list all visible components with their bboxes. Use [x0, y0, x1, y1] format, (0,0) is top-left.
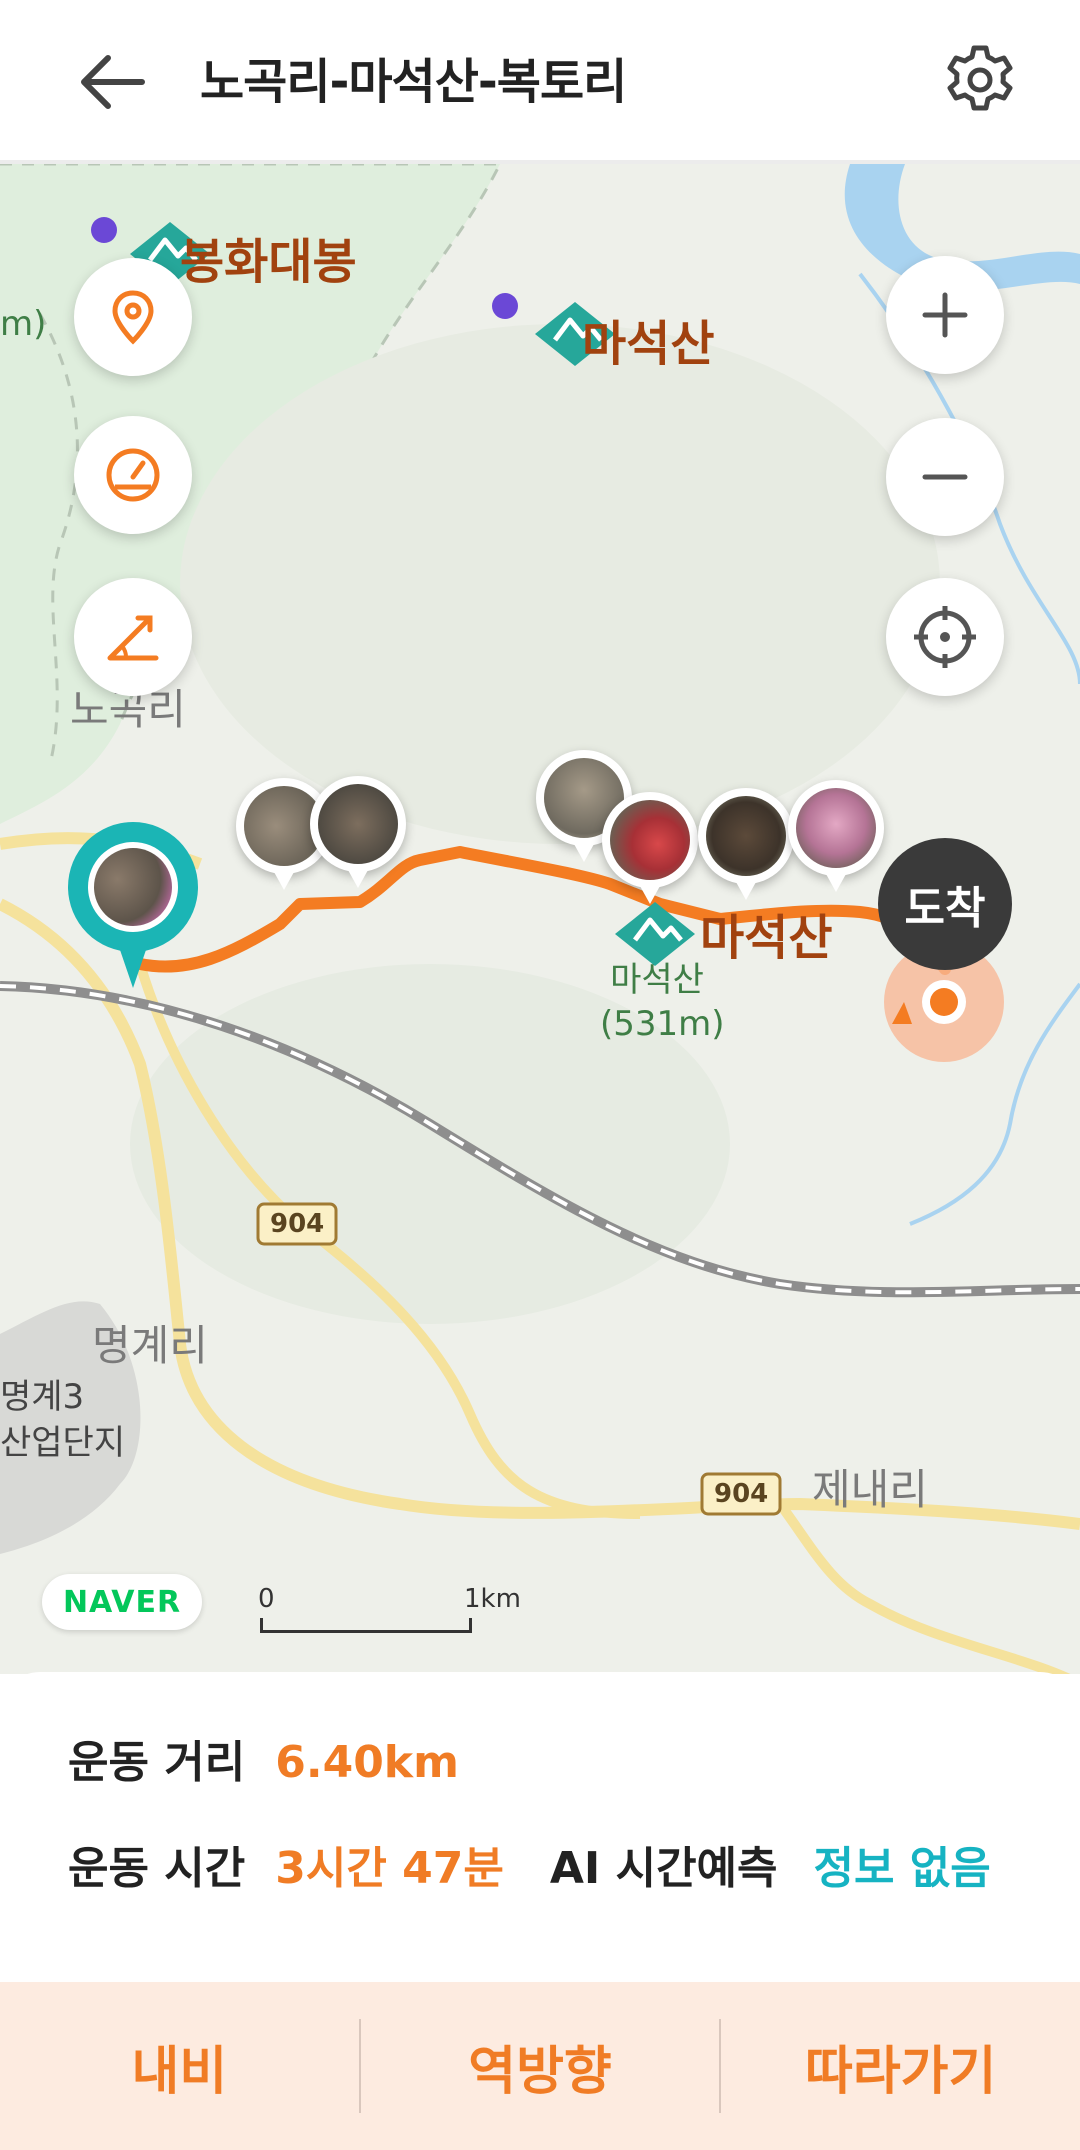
maseoksan-green-name: 마석산	[610, 960, 704, 1000]
start-photo-thumbnail	[94, 848, 172, 926]
peak-label-maseoksan-route: 마석산	[700, 910, 833, 966]
zoom-in-button[interactable]	[886, 256, 1004, 374]
photo-thumbnail	[706, 796, 786, 876]
time-row: 운동 시간 3시간 47분 AI 시간예측 정보 없음	[68, 1832, 991, 1896]
road-shield-904-b: 904	[714, 1479, 769, 1509]
road-shield-904-a: 904	[270, 1209, 325, 1239]
workout-info-panel: 운동 거리 6.40km 운동 시간 3시간 47분 AI 시간예측 정보 없음	[0, 1672, 1080, 1982]
industrial-line-2: 산업단지	[0, 1423, 126, 1463]
maseoksan-name-label: 마석산 (531m)	[600, 958, 725, 1046]
slope-icon	[107, 615, 159, 661]
industrial-complex-label: 명계3 산업단지	[0, 1374, 125, 1466]
peak-label-maseoksan: 마석산	[582, 316, 715, 372]
page-title: 노곡리-마석산-복토리	[200, 54, 627, 110]
arrival-badge: 도착	[878, 838, 1012, 970]
follow-button[interactable]: 따라가기	[721, 1982, 1080, 2150]
photo-thumbnail	[796, 788, 876, 868]
speedometer-button[interactable]	[74, 416, 192, 534]
start-photo-frame	[88, 842, 178, 932]
scale-end-label: 1km	[464, 1584, 521, 1614]
peak-label-bonghwadaebong: 봉화대봉	[180, 234, 357, 290]
start-point-pin[interactable]	[68, 822, 198, 988]
distance-row: 운동 거리 6.40km	[68, 1726, 459, 1790]
distance-label: 운동 거리	[68, 1737, 246, 1788]
zoom-out-button[interactable]	[886, 418, 1004, 536]
edge-partial-label: m)	[0, 304, 47, 344]
ai-prediction-label: AI 시간예측	[549, 1843, 778, 1894]
scale-line	[260, 1618, 472, 1633]
ai-prediction-value: 정보 없음	[813, 1843, 991, 1894]
photo-pin[interactable]	[602, 792, 698, 904]
minus-icon	[922, 474, 968, 480]
scale-zero-label: 0	[258, 1584, 275, 1614]
slope-measure-button[interactable]	[74, 578, 192, 696]
speedometer-icon	[106, 448, 160, 502]
top-app-bar: 노곡리-마석산-복토리	[0, 0, 1080, 164]
time-value: 3시간 47분	[275, 1843, 504, 1894]
back-arrow-icon[interactable]	[72, 46, 156, 118]
maseoksan-height: (531m)	[600, 1004, 725, 1044]
location-pin-icon	[112, 290, 154, 345]
naver-logo: NAVER	[42, 1574, 202, 1630]
village-label-jenae: 제내리	[812, 1465, 928, 1514]
gear-icon[interactable]	[940, 40, 1020, 120]
photo-thumbnail	[318, 784, 398, 864]
bottom-action-bar: 내비 역방향 따라가기	[0, 1982, 1080, 2150]
current-location-button[interactable]	[886, 578, 1004, 696]
crosshair-icon	[914, 606, 976, 668]
reverse-direction-button[interactable]: 역방향	[361, 1982, 720, 2150]
industrial-line-1: 명계3	[0, 1377, 85, 1417]
navi-button[interactable]: 내비	[0, 1982, 359, 2150]
time-label: 운동 시간	[68, 1843, 246, 1894]
trail-map[interactable]: 봉화대봉 마석산 마석산 노곡리 명계리 제내리 마석산 (531m) 명계3 …	[0, 164, 1080, 1674]
photo-pin[interactable]	[788, 780, 884, 892]
plus-icon	[922, 292, 968, 338]
map-scale-bar: 0 1km	[258, 1584, 521, 1644]
location-pin-button[interactable]	[74, 258, 192, 376]
village-label-myeonggye: 명계리	[92, 1321, 208, 1370]
distance-value: 6.40km	[275, 1737, 459, 1788]
photo-thumbnail	[610, 800, 690, 880]
photo-pin[interactable]	[698, 788, 794, 900]
photo-pin[interactable]	[310, 776, 406, 888]
